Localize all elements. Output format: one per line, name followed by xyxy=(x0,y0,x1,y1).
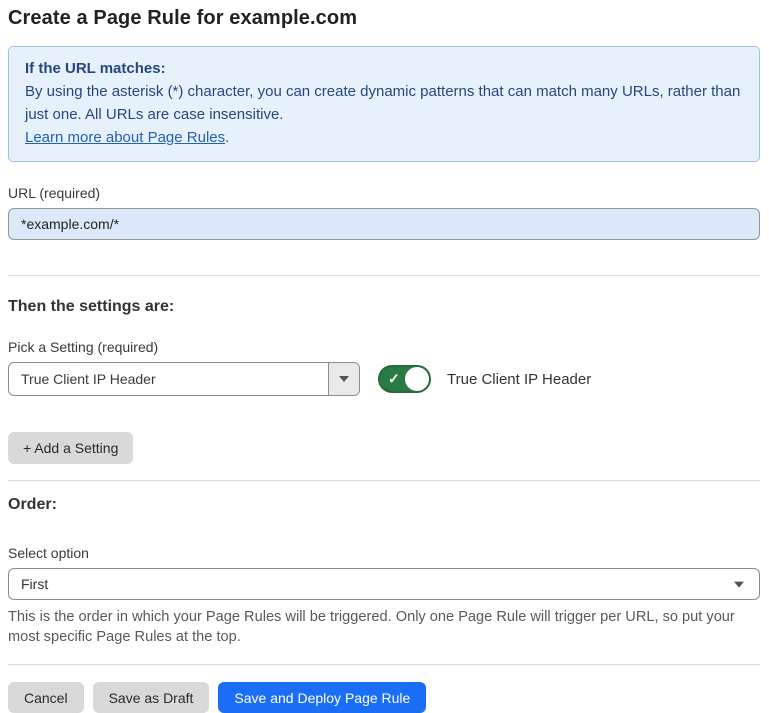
create-page-rule-form: Create a Page Rule for example.com If th… xyxy=(0,0,769,713)
settings-section-heading: Then the settings are: xyxy=(8,298,760,316)
check-icon: ✓ xyxy=(388,372,400,386)
add-setting-button[interactable]: + Add a Setting xyxy=(8,432,133,464)
order-help-text: This is the order in which your Page Rul… xyxy=(8,607,760,647)
info-box-body: By using the asterisk (*) character, you… xyxy=(25,80,743,126)
cancel-button[interactable]: Cancel xyxy=(8,682,84,713)
setting-select[interactable]: True Client IP Header xyxy=(8,362,360,396)
link-suffix: . xyxy=(225,129,229,146)
info-box-heading: If the URL matches: xyxy=(25,57,743,80)
chevron-down-icon xyxy=(339,376,349,382)
footer-actions: Cancel Save as Draft Save and Deploy Pag… xyxy=(8,682,760,713)
info-link-line: Learn more about Page Rules. xyxy=(25,126,743,149)
url-match-info-box: If the URL matches: By using the asteris… xyxy=(8,46,760,162)
url-field-label: URL (required) xyxy=(8,185,760,201)
learn-more-link[interactable]: Learn more about Page Rules xyxy=(25,129,225,146)
save-and-deploy-button[interactable]: Save and Deploy Page Rule xyxy=(218,682,426,713)
chevron-down-icon xyxy=(734,582,744,588)
divider xyxy=(8,664,760,665)
url-input[interactable] xyxy=(8,208,760,240)
setting-select-arrow[interactable] xyxy=(328,363,359,395)
save-as-draft-button[interactable]: Save as Draft xyxy=(93,682,210,713)
order-select[interactable]: First xyxy=(8,568,760,600)
setting-select-value: True Client IP Header xyxy=(9,363,328,395)
setting-toggle-wrap: ✓ True Client IP Header xyxy=(378,365,591,393)
toggle-knob xyxy=(405,367,429,391)
order-section-heading: Order: xyxy=(8,496,760,514)
order-select-label: Select option xyxy=(8,545,760,561)
order-select-value: First xyxy=(21,576,48,592)
setting-row: True Client IP Header ✓ True Client IP H… xyxy=(8,362,760,396)
true-client-ip-toggle[interactable]: ✓ xyxy=(378,365,431,393)
setting-picker-label: Pick a Setting (required) xyxy=(8,339,760,355)
page-title: Create a Page Rule for example.com xyxy=(8,7,760,30)
divider xyxy=(8,275,760,276)
divider xyxy=(8,480,760,481)
toggle-label: True Client IP Header xyxy=(447,371,591,388)
